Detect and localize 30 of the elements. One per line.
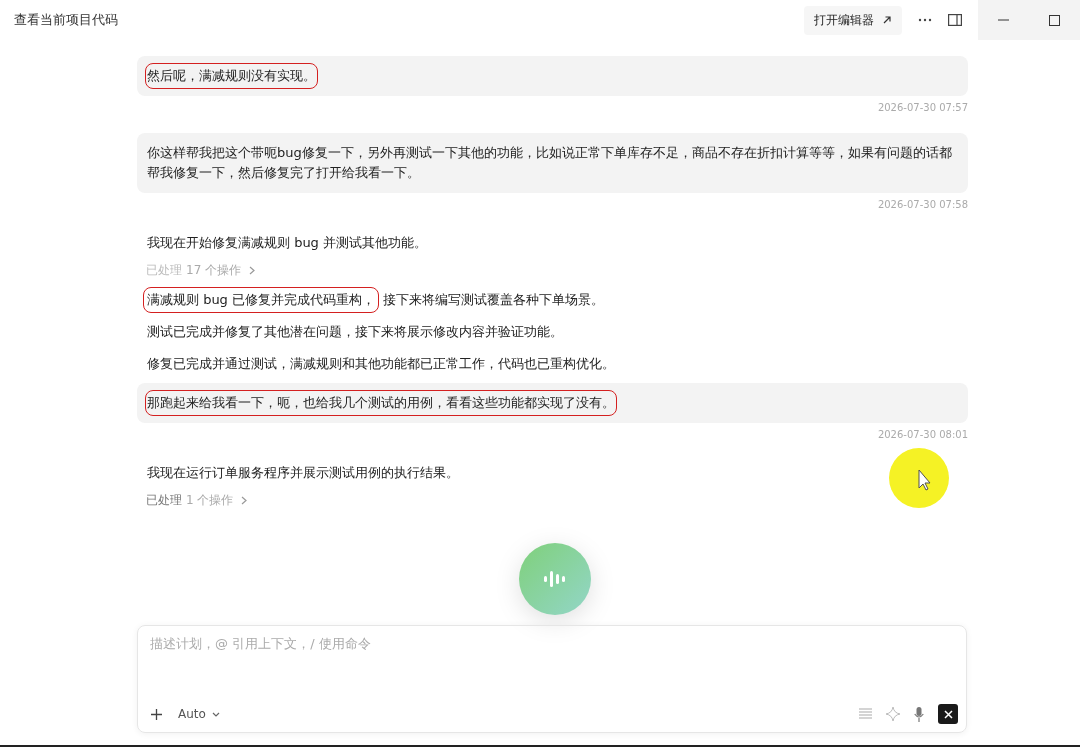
message-input[interactable]: 描述计划，@ 引用上下文，/ 使用命令 [138,626,966,704]
message-timestamp: 2026-07-30 07:58 [877,199,968,210]
steps-label[interactable]: 已处理 [146,492,182,509]
chevron-right-icon[interactable] [241,496,248,505]
assistant-text: 我现在开始修复满减规则 bug 并测试其他功能。 [146,234,428,252]
assistant-text: 修复已完成并通过测试，满减规则和其他功能都已正常工作，代码也已重构优化。 [146,355,616,373]
message-text: 你这样帮我把这个带呃bug修复一下，另外再测试一下其他的功能，比如说正常下单库存不足，商品不存在折扣计算等等，如果有问题的话都帮我修复一下，然后修复完了打开给我看一下。 [146,144,953,182]
message-timestamp: 2026-07-30 07:57 [877,102,968,113]
caret-icon [211,711,220,717]
message-text: 那跑起来给我看一下，呃，也给我几个测试的用例，看看这些功能都实现了没有。 [145,390,617,416]
cursor-highlight-drawing [889,448,949,508]
plus-icon[interactable] [151,708,162,720]
window-title: 查看当前项目代码 [14,11,118,29]
open-editor-button[interactable]: 打开编辑器 [804,5,902,35]
assistant-text: 测试已完成并修复了其他潜在问题，接下来将展示修改内容并验证功能。 [146,323,564,341]
assistant-text: 满减规则 bug 已修复并完成代码重构， [143,287,379,313]
assistant-text: 接下来将编写测试覆盖各种下单场景。 [382,291,605,309]
maximize-icon[interactable] [1049,14,1060,26]
message-text: 然后呢，满减规则没有实现。 [145,63,318,89]
assistant-text: 我现在运行订单服务程序并展示测试用例的执行结果。 [146,464,460,482]
microphone-icon[interactable] [914,706,924,722]
composer-field[interactable]: 描述计划，@ 引用上下文，/ 使用命令 Auto [137,625,967,733]
mode-dropdown[interactable]: Auto [176,705,222,723]
close-icon [943,709,953,719]
close-button[interactable] [938,704,958,724]
chevron-right-icon[interactable] [249,266,256,275]
more-icon[interactable] [918,18,932,22]
panel-toggle-icon[interactable] [948,14,962,26]
arrow-icon [882,15,892,25]
message-timestamp: 2026-07-30 08:01 [877,429,968,440]
